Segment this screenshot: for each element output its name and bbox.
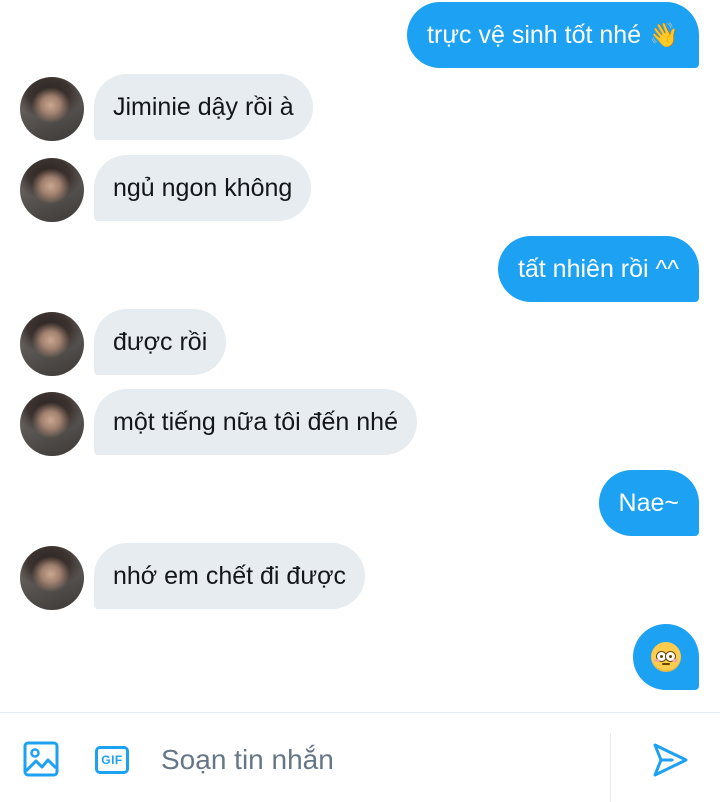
image-icon[interactable]: [22, 740, 60, 778]
message-text: ngủ ngon không: [113, 174, 293, 202]
avatar[interactable]: [20, 77, 84, 141]
message-bubble[interactable]: được rồi: [94, 309, 227, 375]
message-bubble[interactable]: Jiminie dậy rồi à: [94, 74, 313, 140]
avatar[interactable]: [20, 158, 84, 222]
message-composer: GIF: [0, 712, 720, 802]
message-bubble[interactable]: nhớ em chết đi được: [94, 543, 365, 609]
avatar[interactable]: [20, 392, 84, 456]
message-bubble[interactable]: một tiếng nữa tôi đến nhé: [94, 389, 417, 455]
message-bubble[interactable]: trực vệ sinh tốt nhé 👋: [407, 2, 699, 68]
message-bubble[interactable]: tất nhiên rồi ^^: [497, 236, 699, 302]
composer-divider: [610, 733, 611, 802]
avatar[interactable]: [20, 312, 84, 376]
send-icon[interactable]: [650, 740, 690, 780]
message-text: Nae~: [618, 489, 679, 517]
message-text: nhớ em chết đi được: [113, 562, 346, 590]
message-bubble[interactable]: Nae~: [598, 470, 699, 536]
waving-hand-emoji: 👋: [649, 21, 679, 49]
flushed-face-emoji: [651, 642, 681, 672]
message-text: tất nhiên rồi ^^: [517, 255, 679, 283]
message-text: được rồi: [113, 328, 208, 356]
message-text: trực vệ sinh tốt nhé: [427, 21, 642, 49]
message-text: một tiếng nữa tôi đến nhé: [113, 408, 398, 436]
gif-button[interactable]: GIF: [94, 745, 130, 775]
message-text: Jiminie dậy rồi à: [113, 93, 294, 121]
message-input[interactable]: [161, 743, 591, 777]
message-bubble[interactable]: [633, 624, 699, 690]
gif-label: GIF: [95, 746, 129, 774]
message-thread[interactable]: trực vệ sinh tốt nhé 👋 Jiminie dậy rồi à…: [0, 0, 720, 712]
avatar[interactable]: [20, 546, 84, 610]
message-bubble[interactable]: ngủ ngon không: [94, 155, 312, 221]
